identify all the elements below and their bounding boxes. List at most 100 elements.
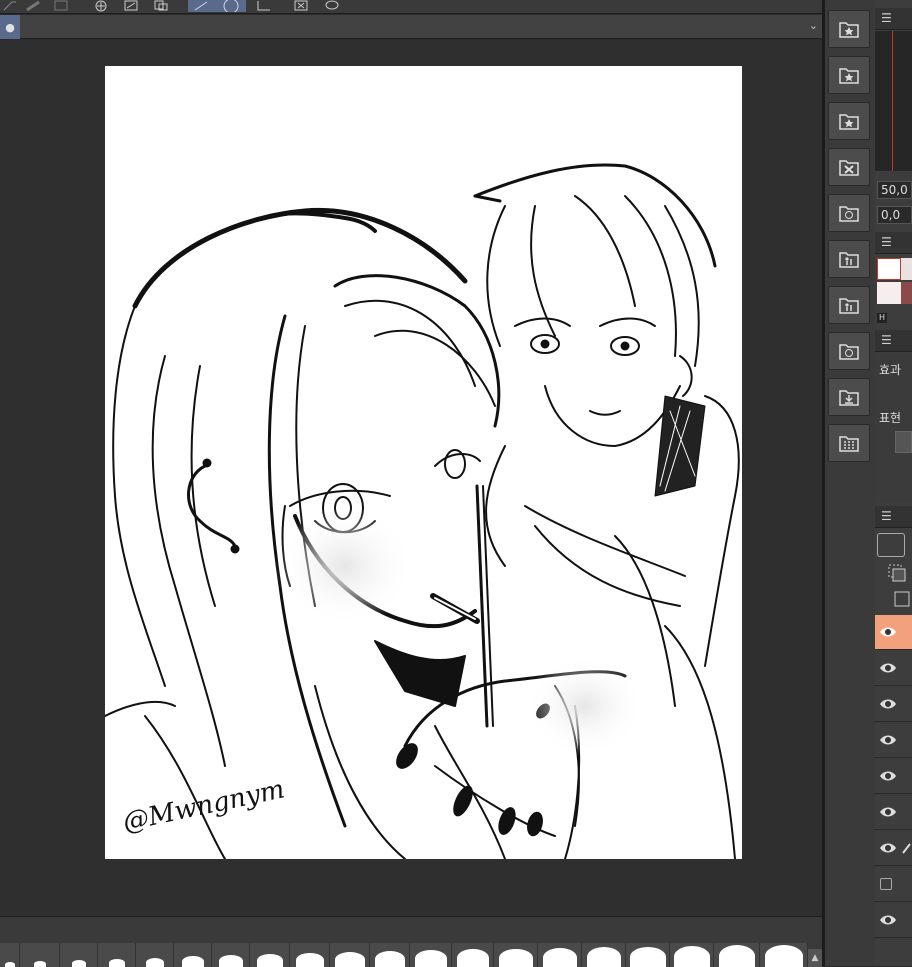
layer-copy-icon[interactable] — [887, 563, 907, 583]
grid-folder-button[interactable] — [828, 424, 870, 462]
new-layer-icon[interactable] — [891, 590, 912, 610]
command-toolbar — [0, 0, 822, 14]
menu-icon[interactable]: ☰ — [881, 509, 892, 523]
face-folder-icon — [839, 206, 859, 222]
download-folder-button[interactable] — [828, 378, 870, 416]
tool-property-header[interactable]: ☰ — [875, 330, 912, 352]
layer-row[interactable] — [875, 903, 912, 938]
document-tab[interactable]: ● — [0, 15, 20, 39]
selection-icon[interactable] — [150, 0, 172, 12]
brush-size-option[interactable] — [250, 943, 290, 967]
layer-panel-header[interactable]: ☰ — [875, 506, 912, 528]
face-folder-button[interactable] — [828, 332, 870, 370]
brush-size-strip — [0, 943, 808, 967]
navigator-preview[interactable] — [875, 31, 912, 171]
menu-icon[interactable]: ☰ — [881, 333, 892, 347]
export-icon[interactable] — [120, 0, 142, 12]
menu-icon[interactable]: ☰ — [881, 235, 892, 249]
grid-folder-icon — [839, 436, 859, 452]
figure-folder-icon — [839, 298, 859, 314]
zoom-field[interactable]: 50,0 — [877, 181, 912, 199]
layer-row[interactable] — [875, 867, 912, 902]
drawing-canvas[interactable]: @Mwngnym — [105, 66, 742, 859]
brush-size-option[interactable] — [136, 943, 174, 967]
menu-icon[interactable]: ☰ — [881, 11, 892, 25]
face-folder-button[interactable] — [828, 194, 870, 232]
effect-label: 효과 — [879, 363, 902, 377]
rotation-field[interactable]: 0,0 — [877, 206, 912, 224]
main-color-swatch[interactable] — [877, 258, 901, 280]
brush-size-option[interactable] — [370, 943, 410, 967]
brush-size-option[interactable] — [452, 943, 494, 967]
hsv-badge[interactable]: H — [877, 313, 887, 323]
visibility-checkbox[interactable] — [880, 878, 892, 890]
eye-icon[interactable] — [879, 841, 897, 855]
brush-size-option[interactable] — [494, 943, 538, 967]
blend-mode-selector[interactable] — [877, 533, 905, 557]
brush-size-option[interactable] — [20, 943, 60, 967]
figure-folder-button[interactable] — [828, 240, 870, 278]
sub-color-swatch[interactable] — [877, 282, 901, 304]
eye-icon[interactable] — [879, 913, 897, 927]
eye-icon[interactable] — [879, 661, 897, 675]
star-folder-button[interactable] — [828, 10, 870, 48]
eye-icon[interactable] — [879, 733, 897, 747]
eye-icon[interactable] — [879, 625, 897, 639]
ruler-icon[interactable] — [22, 0, 44, 12]
layer-row[interactable] — [875, 759, 912, 794]
tab-dot-icon: ● — [5, 20, 15, 34]
brush-size-option[interactable] — [330, 943, 370, 967]
close-box-icon[interactable] — [290, 0, 312, 12]
expression-label: 표현 — [879, 411, 902, 425]
brush-size-option[interactable] — [0, 943, 20, 967]
brush-size-option[interactable] — [290, 943, 330, 967]
star-folder-icon — [839, 22, 859, 38]
pencil-icon — [902, 843, 911, 854]
color-panel-header[interactable]: ☰ — [875, 232, 912, 254]
document-tab-bar: ● ⌄ — [0, 15, 822, 39]
star-folder-icon — [839, 68, 859, 84]
layer-row[interactable] — [875, 831, 912, 866]
brush-size-option[interactable] — [410, 943, 452, 967]
brush-size-option[interactable] — [714, 943, 760, 967]
brush-size-option[interactable] — [538, 943, 582, 967]
brush-size-option[interactable] — [670, 943, 714, 967]
navigator-frame-line — [892, 31, 893, 171]
brush-size-option[interactable] — [582, 943, 626, 967]
pen-icon[interactable] — [0, 0, 22, 12]
brush-size-option[interactable] — [760, 943, 808, 967]
figure-folder-icon — [839, 252, 859, 268]
figure-folder-button[interactable] — [828, 286, 870, 324]
speech-icon[interactable] — [320, 0, 342, 12]
eye-icon[interactable] — [879, 769, 897, 783]
material-folder-column — [825, 0, 875, 966]
layer-row[interactable] — [875, 723, 912, 758]
color-swatch[interactable] — [901, 282, 912, 304]
layer-row[interactable] — [875, 795, 912, 830]
layer-row[interactable] — [875, 615, 912, 650]
star-folder-button[interactable] — [828, 102, 870, 140]
brush-size-option[interactable] — [212, 943, 250, 967]
star-folder-button[interactable] — [828, 56, 870, 94]
brush-size-option[interactable] — [60, 943, 98, 967]
brush-size-option[interactable] — [626, 943, 670, 967]
expression-button[interactable] — [895, 431, 912, 453]
close-folder-button[interactable] — [828, 148, 870, 186]
scroll-up-button[interactable]: ▲ — [808, 949, 822, 967]
eye-icon[interactable] — [879, 805, 897, 819]
chevron-down-icon[interactable]: ⌄ — [809, 19, 818, 32]
brush-size-option[interactable] — [174, 943, 212, 967]
brush-size-palette: ▲ — [0, 916, 822, 967]
x-folder-icon — [839, 160, 859, 176]
tool-property-body: 효과 표현 — [875, 353, 912, 503]
color-swatch[interactable] — [901, 258, 912, 280]
lasso-icon[interactable] — [188, 0, 246, 12]
layer-row[interactable] — [875, 651, 912, 686]
eye-icon[interactable] — [879, 697, 897, 711]
layer-row[interactable] — [875, 687, 912, 722]
navigator-header[interactable]: ☰ — [875, 8, 912, 30]
corner-icon[interactable] — [252, 0, 274, 12]
grid-icon[interactable] — [50, 0, 72, 12]
transform-icon[interactable] — [90, 0, 112, 12]
brush-size-option[interactable] — [98, 943, 136, 967]
